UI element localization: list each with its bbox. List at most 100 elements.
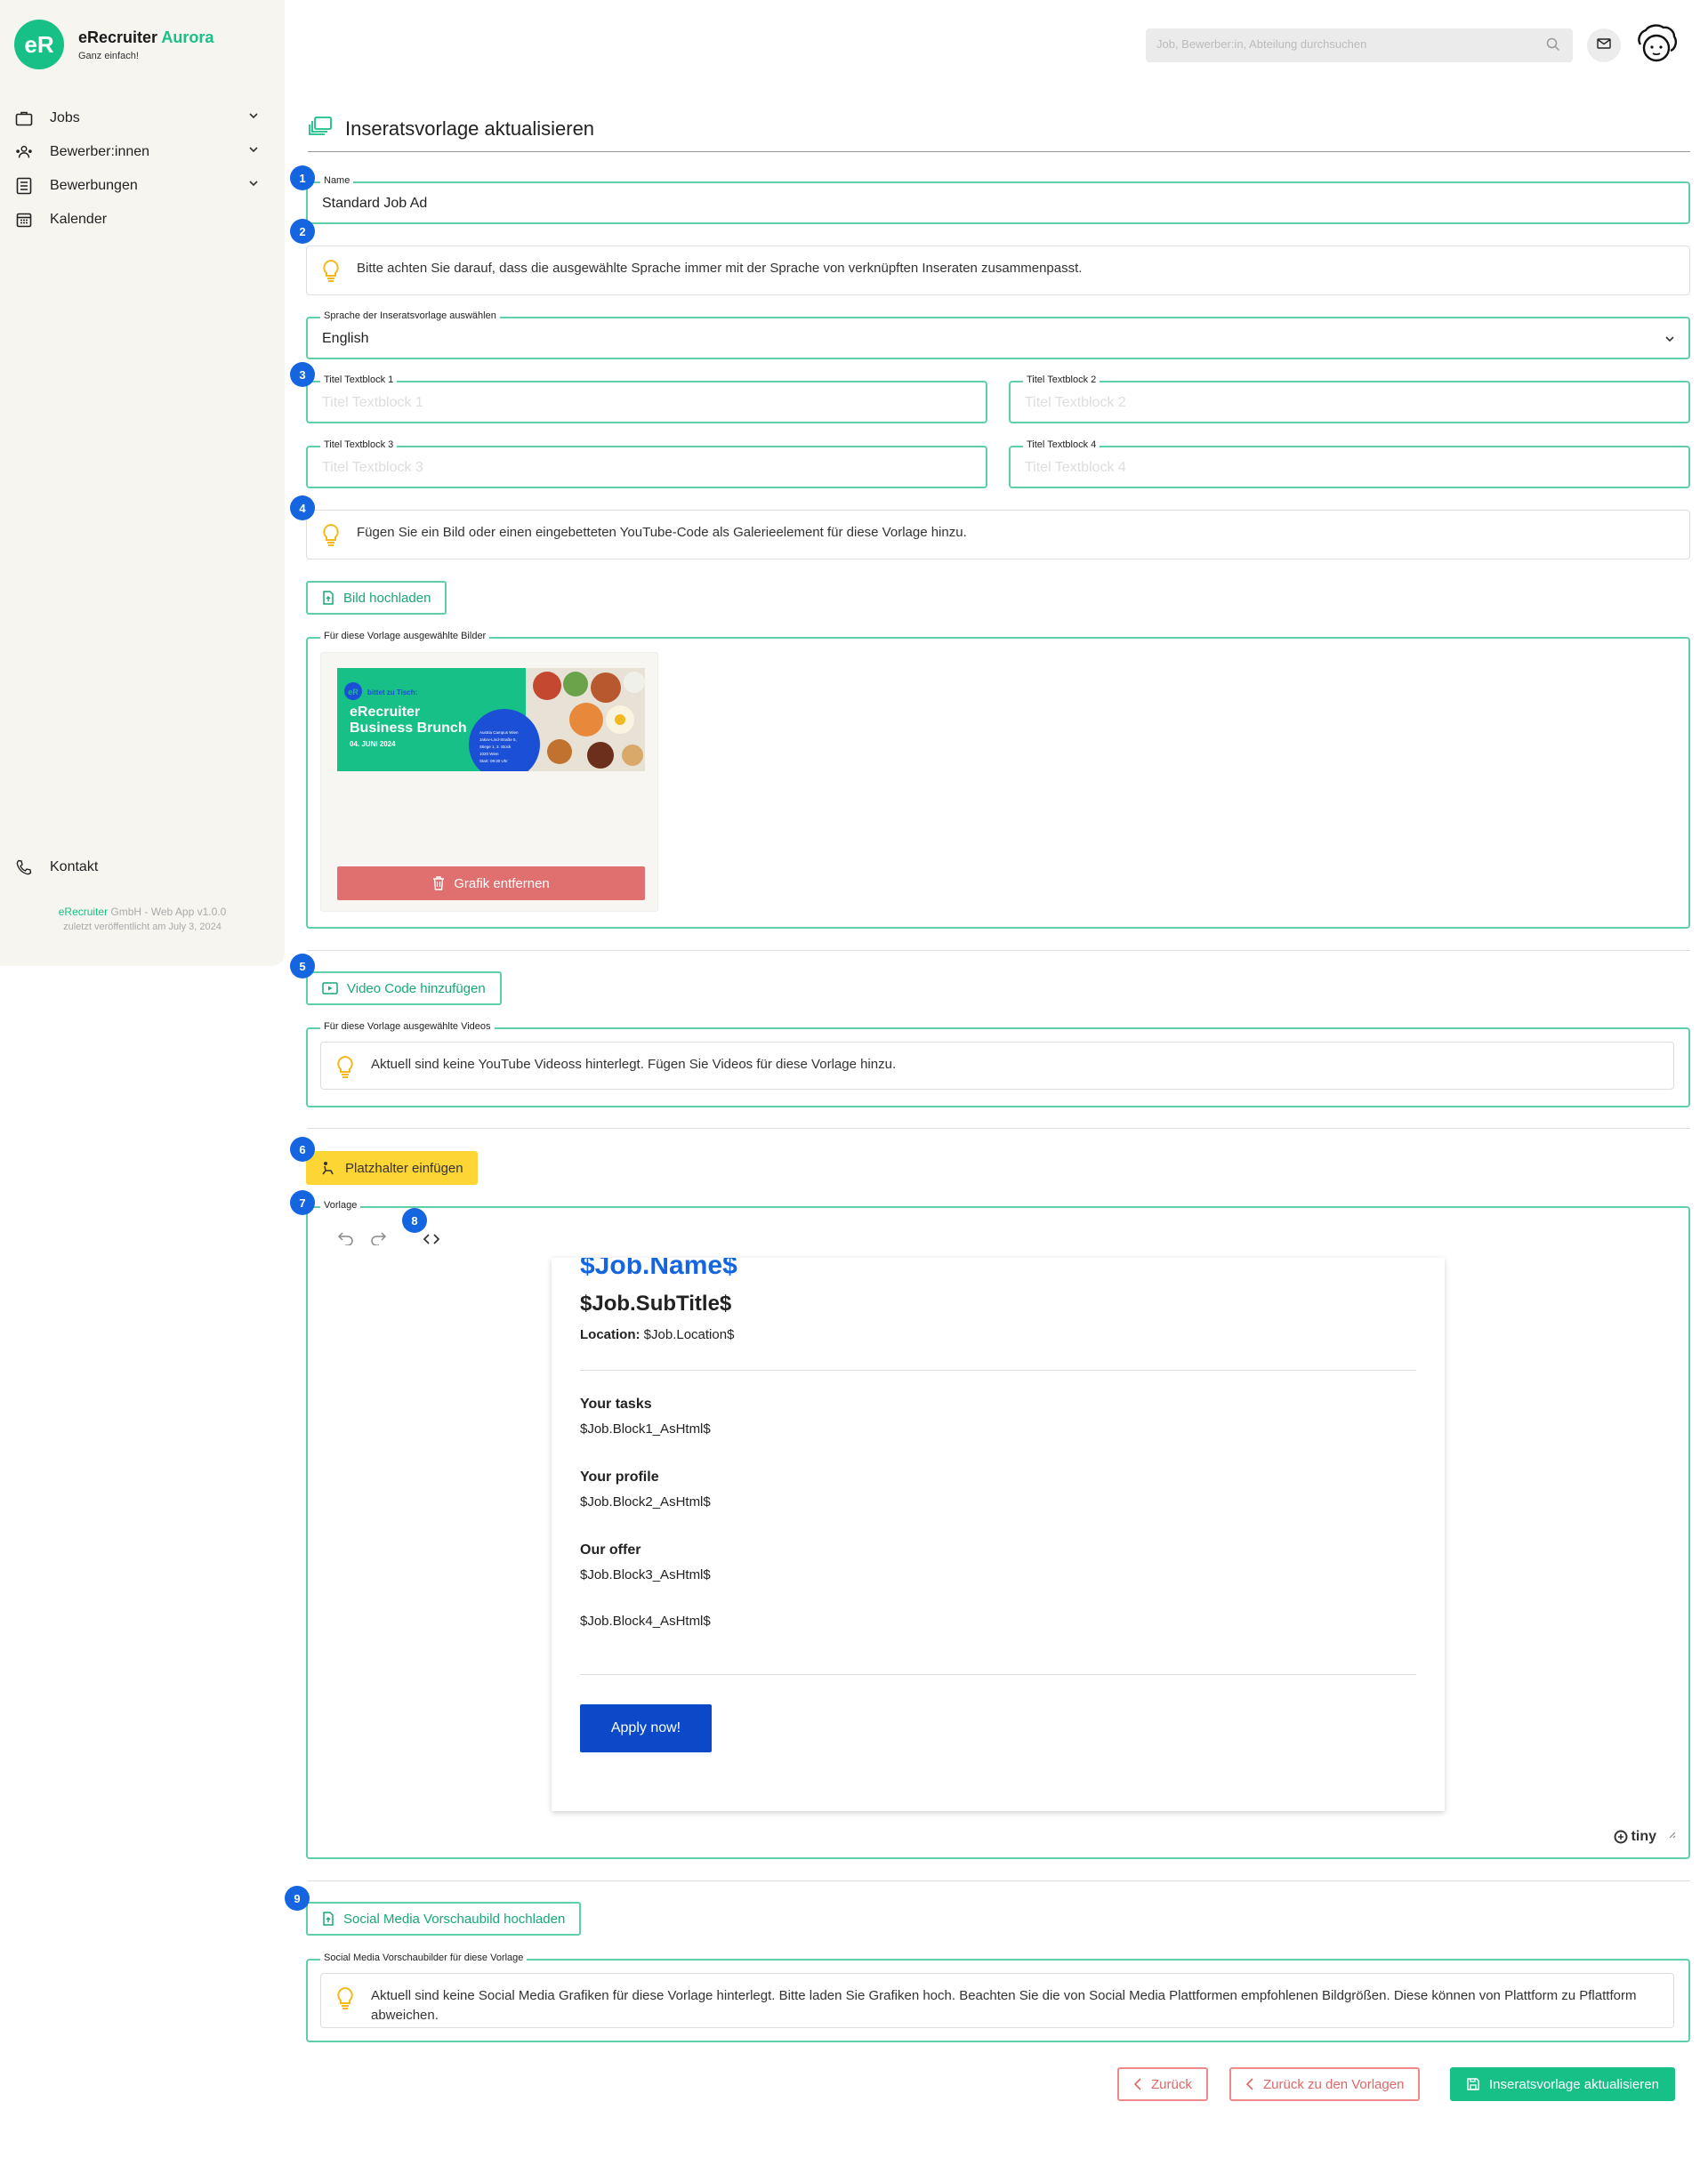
insert-placeholder-label: Platzhalter einfügen xyxy=(345,1160,463,1176)
location-label: Location: xyxy=(580,1327,640,1342)
language-info-text: Bitte achten Sie darauf, dass die ausgew… xyxy=(357,261,1083,276)
search-icon[interactable] xyxy=(1546,37,1560,54)
sidebar-item-calendar[interactable]: Kalender xyxy=(14,206,260,233)
block3-title-field[interactable]: Titel Textblock 3 Titel Textblock 3 xyxy=(306,439,987,488)
footer-company[interactable]: eRecruiter xyxy=(59,906,108,918)
brand-name-main: eRecruiter xyxy=(78,28,158,46)
banner-detail: Jakov-Lind-Straße 5, xyxy=(479,737,517,742)
name-field[interactable]: Name Standard Job Ad xyxy=(306,175,1690,224)
sidebar-item-label: Jobs xyxy=(50,110,80,125)
placeholder-icon xyxy=(320,1161,336,1175)
block2-title-field[interactable]: Titel Textblock 2 Titel Textblock 2 xyxy=(1009,374,1690,423)
section-divider xyxy=(308,950,1690,951)
avatar[interactable] xyxy=(1633,21,1680,68)
lightbulb-icon xyxy=(335,1986,355,2009)
social-upload-button[interactable]: Social Media Vorschaubild hochladen xyxy=(306,1902,582,1936)
footer-version: GmbH - Web App v1.0.0 xyxy=(108,906,227,918)
location-value: $Job.Location$ xyxy=(643,1327,735,1342)
chevron-down-icon[interactable] xyxy=(1664,333,1676,350)
title-divider xyxy=(308,151,1690,152)
section-divider xyxy=(308,1128,1690,1129)
template-block2: $Job.Block2_AsHtml$ xyxy=(580,1494,711,1510)
insert-placeholder-button[interactable]: Platzhalter einfügen xyxy=(306,1151,478,1185)
section-divider xyxy=(308,1880,1690,1881)
brunch-banner-image: eR bittet zu Tisch: eRecruiter Business … xyxy=(337,668,645,771)
block4-label: Titel Textblock 4 xyxy=(1023,439,1100,450)
brand-name: eRecruiter Aurora xyxy=(78,28,214,47)
sidebar-item-label: Kalender xyxy=(50,212,108,227)
chevron-left-icon xyxy=(1133,2078,1142,2090)
back-label: Zurück xyxy=(1151,2076,1192,2092)
videos-info-text: Aktuell sind keine YouTube Videoss hinte… xyxy=(371,1057,897,1072)
back-to-templates-label: Zurück zu den Vorlagen xyxy=(1263,2076,1405,2092)
source-code-icon[interactable] xyxy=(423,1233,440,1250)
videos-group-label: Für diese Vorlage ausgewählte Videos xyxy=(320,1021,495,1032)
banner-logo: eR xyxy=(348,688,359,697)
sidebar-item-contact[interactable]: Kontakt xyxy=(14,854,260,881)
social-group-label: Social Media Vorschaubilder für diese Vo… xyxy=(320,1953,528,1963)
block4-title-field[interactable]: Titel Textblock 4 Titel Textblock 4 xyxy=(1009,439,1690,488)
template-label: Vorlage xyxy=(320,1200,361,1211)
step-badge-2: 2 xyxy=(290,219,315,244)
step-badge-1: 1 xyxy=(290,165,315,190)
step-badge-9: 9 xyxy=(285,1886,310,1911)
image-card: eR bittet zu Tisch: eRecruiter Business … xyxy=(320,652,658,912)
file-upload-icon xyxy=(322,591,334,605)
people-icon xyxy=(14,142,34,162)
sidebar-item-applicants[interactable]: Bewerber:innen xyxy=(14,139,260,165)
tiny-branding[interactable]: tiny xyxy=(1614,1829,1656,1845)
video-icon xyxy=(322,982,338,994)
apply-now-button[interactable]: Apply now! xyxy=(580,1704,712,1752)
lightbulb-icon xyxy=(335,1055,355,1078)
sidebar-item-applications[interactable]: Bewerbungen xyxy=(14,173,260,199)
banner-detail: Austria Campus Wien xyxy=(479,730,519,735)
block1-title-field[interactable]: Titel Textblock 1 Titel Textblock 1 xyxy=(306,374,987,423)
gallery-info-text: Fügen Sie ein Bild oder einen eingebette… xyxy=(357,525,967,540)
update-template-label: Inseratsvorlage aktualisieren xyxy=(1489,2076,1659,2092)
mail-button[interactable] xyxy=(1587,28,1621,62)
social-upload-label: Social Media Vorschaubild hochladen xyxy=(343,1911,566,1927)
template-block3: $Job.Block3_AsHtml$ xyxy=(580,1567,711,1582)
trash-icon xyxy=(432,876,445,890)
app-logo[interactable]: eR xyxy=(14,20,64,69)
published-date: zuletzt veröffentlicht am July 3, 2024 xyxy=(63,922,222,932)
template-subtitle: $Job.SubTitle$ xyxy=(580,1292,732,1316)
name-label: Name xyxy=(320,175,354,186)
name-value: Standard Job Ad xyxy=(322,196,428,211)
lightbulb-icon xyxy=(321,523,341,546)
back-to-templates-button[interactable]: Zurück zu den Vorlagen xyxy=(1229,2067,1421,2101)
update-template-button[interactable]: Inseratsvorlage aktualisieren xyxy=(1450,2067,1675,2101)
social-info: Aktuell sind keine Social Media Grafiken… xyxy=(320,1973,1674,2028)
chevron-down-icon[interactable] xyxy=(247,109,260,126)
phone-icon xyxy=(14,858,34,877)
template-divider xyxy=(580,1674,1416,1675)
brand-name-accent: Aurora xyxy=(161,28,214,46)
block4-placeholder: Titel Textblock 4 xyxy=(1025,460,1126,475)
social-info-text: Aktuell sind keine Social Media Grafiken… xyxy=(371,1988,1637,2023)
sidebar-item-jobs[interactable]: Jobs xyxy=(14,105,260,132)
add-video-button[interactable]: Video Code hinzufügen xyxy=(306,971,502,1005)
undo-icon[interactable] xyxy=(337,1231,354,1250)
language-select[interactable]: Sprache der Inseratsvorlage auswählen En… xyxy=(306,310,1690,359)
language-value: English xyxy=(322,331,369,346)
images-group-label: Für diese Vorlage ausgewählte Bilder xyxy=(320,631,490,641)
mail-icon xyxy=(1597,37,1611,53)
redo-icon[interactable] xyxy=(370,1231,387,1250)
template-block1: $Job.Block1_AsHtml$ xyxy=(580,1421,711,1437)
search-placeholder: Job, Bewerber:in, Abteilung durchsuchen xyxy=(1156,37,1367,51)
back-button[interactable]: Zurück xyxy=(1117,2067,1208,2101)
calendar-icon xyxy=(14,210,34,229)
remove-graphic-button[interactable]: Grafik entfernen xyxy=(337,866,645,900)
step-badge-3: 3 xyxy=(290,362,315,387)
chevron-down-icon[interactable] xyxy=(247,143,260,160)
page-title-text: Inseratsvorlage aktualisieren xyxy=(345,117,595,140)
search-input[interactable]: Job, Bewerber:in, Abteilung durchsuchen xyxy=(1146,28,1573,62)
resize-handle-icon[interactable] xyxy=(1667,1827,1676,1843)
chevron-down-icon[interactable] xyxy=(247,177,260,194)
language-info: Bitte achten Sie darauf, dass die ausgew… xyxy=(306,246,1690,295)
sidebar: eR eRecruiter Aurora Ganz einfach! Jobs … xyxy=(0,0,285,966)
upload-image-button[interactable]: Bild hochladen xyxy=(306,581,447,615)
tiny-brand-text: tiny xyxy=(1631,1829,1656,1844)
banner-detail: 1020 Wien xyxy=(479,752,499,756)
editor-document[interactable]: $Job.Name$ $Job.SubTitle$ Location: $Job… xyxy=(552,1258,1445,1811)
